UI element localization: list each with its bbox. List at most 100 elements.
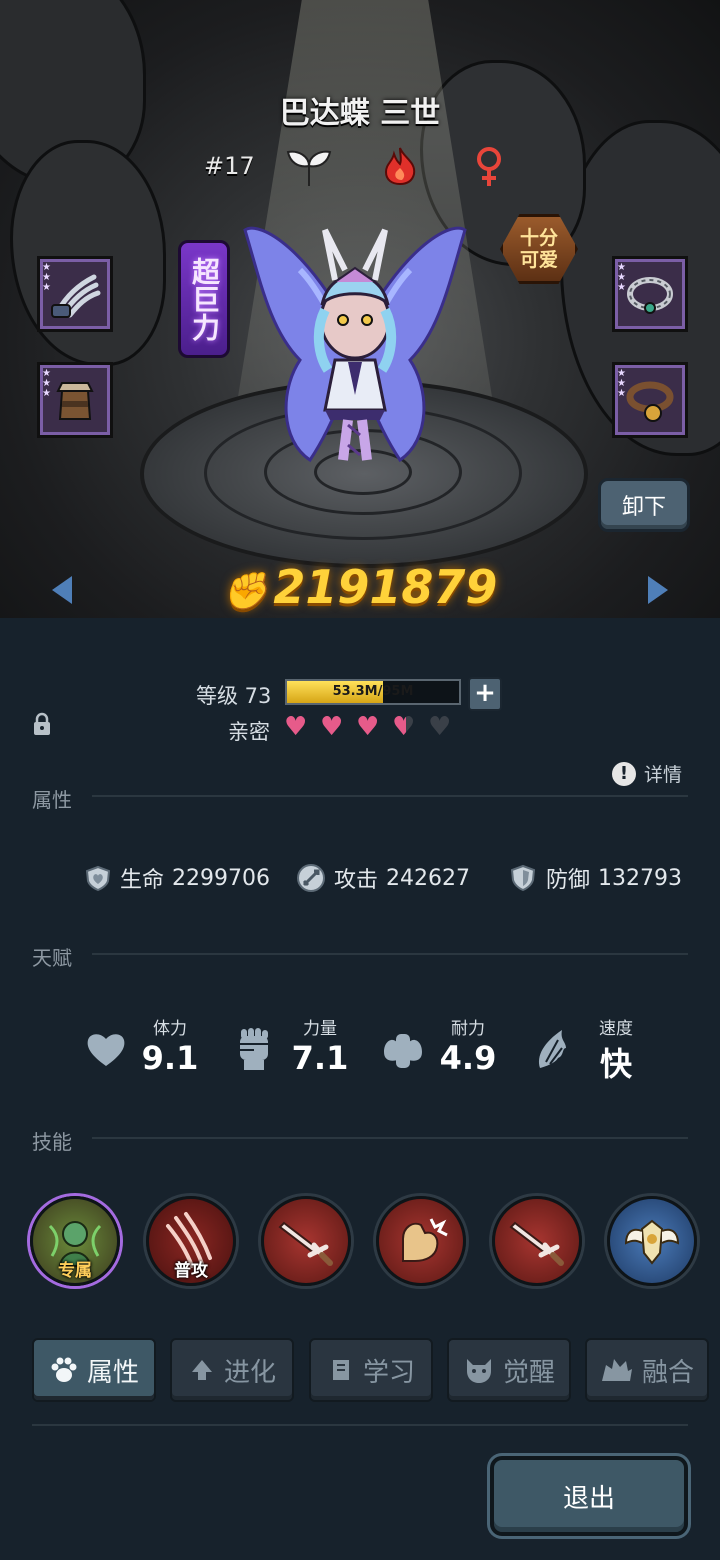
skill-exclusive[interactable]: 专属 xyxy=(30,1196,120,1286)
skill-angel[interactable] xyxy=(607,1196,697,1286)
info-exclamation-icon: ! xyxy=(612,761,636,786)
level-label: 等级 73 xyxy=(196,684,272,708)
beast-head-icon xyxy=(466,1359,491,1383)
details-button[interactable]: ! 详情 xyxy=(612,760,682,787)
heart-icon: ♥ xyxy=(284,712,308,742)
paw-icon xyxy=(51,1357,77,1382)
equip-slot-right-2[interactable]: ★ ★ ★ xyxy=(612,362,688,438)
claw-weapon-icon xyxy=(51,274,101,318)
lock-icon[interactable] xyxy=(32,712,52,736)
sword-icon xyxy=(297,864,325,892)
section-skills: 技能 xyxy=(32,1130,72,1154)
heart-icon: ♥ xyxy=(428,712,452,742)
talent-stamina: 体力 9.1 xyxy=(100,1014,240,1077)
bell-collar-icon xyxy=(626,381,674,422)
talent-strength-value: 7.1 xyxy=(291,1039,349,1077)
sword-skill-icon xyxy=(278,1221,333,1266)
quit-button[interactable]: 退出 xyxy=(490,1456,688,1536)
heart-shield-icon xyxy=(85,865,111,892)
talent-endurance-label: 耐力 xyxy=(451,1019,485,1039)
divider xyxy=(32,1424,688,1426)
chain-collar-icon xyxy=(627,277,673,314)
talent-speed: 速度 快 xyxy=(546,1014,686,1085)
hero-rank: #17 xyxy=(204,152,255,180)
stat-defense-label: 防御 xyxy=(546,868,591,893)
tab-fusion[interactable]: 融合 xyxy=(585,1338,709,1402)
star-rating-icon: ★ ★ ★ xyxy=(617,262,626,293)
section-attributes: 属性 xyxy=(32,788,72,812)
equip-slot-left-1[interactable]: ★ ★ ★ xyxy=(37,256,113,332)
heart-icon: ♥ xyxy=(356,712,380,742)
equip-slot-right-1[interactable]: ★ ★ ★ xyxy=(612,256,688,332)
stat-defense-value: 132793 xyxy=(598,865,682,891)
talent-endurance: 耐力 4.9 xyxy=(398,1014,538,1077)
cave-rock xyxy=(10,140,166,366)
leaf-icon xyxy=(286,150,332,186)
trait-badge-super-strength[interactable]: 超巨力 xyxy=(178,240,230,358)
star-rating-icon: ★ ★ ★ xyxy=(42,368,51,399)
talent-endurance-value: 4.9 xyxy=(439,1039,497,1077)
heart-icon: ♥ xyxy=(320,712,344,742)
talent-stamina-label: 体力 xyxy=(153,1019,187,1039)
unload-button[interactable]: 卸下 xyxy=(598,478,690,532)
tab-evolve-label: 进化 xyxy=(223,1357,276,1388)
stat-hp: 生命 2299706 xyxy=(84,862,270,894)
book-icon xyxy=(332,1360,349,1380)
fire-icon xyxy=(384,147,416,186)
tab-bar: 属性 进化 学习 觉醒 融合 xyxy=(0,1338,720,1402)
divider xyxy=(92,1137,688,1139)
level-up-plus-button[interactable]: + xyxy=(468,677,502,711)
equip-slot-left-2[interactable]: ★ ★ ★ xyxy=(37,362,113,438)
talent-speed-label: 速度 xyxy=(599,1019,633,1039)
talent-speed-value: 快 xyxy=(599,1045,632,1083)
talent-strength: 力量 7.1 xyxy=(250,1014,390,1077)
divider xyxy=(92,953,688,955)
tab-attributes[interactable]: 属性 xyxy=(32,1338,156,1402)
talent-strength-label: 力量 xyxy=(303,1019,337,1039)
heart-icon: ♥ xyxy=(392,714,420,740)
skill-power[interactable] xyxy=(376,1196,466,1286)
tab-attributes-label: 属性 xyxy=(86,1357,139,1388)
divider xyxy=(92,795,688,797)
talent-stamina-value: 9.1 xyxy=(141,1039,199,1077)
xp-text: 53.3M/95M xyxy=(332,684,414,699)
skill-tag: 普攻 xyxy=(174,1261,208,1281)
skill-tag: 专属 xyxy=(58,1261,92,1281)
tab-awaken-label: 觉醒 xyxy=(502,1357,555,1388)
tab-awaken[interactable]: 觉醒 xyxy=(447,1338,571,1402)
details-label: 详情 xyxy=(644,764,683,786)
intimacy-hearts: ♥ ♥ ♥ ♥ ♥ xyxy=(284,714,456,740)
hero-name: 巴达蝶 三世 xyxy=(279,96,441,131)
stat-hp-value: 2299706 xyxy=(172,865,270,891)
intimacy-label: 亲密 xyxy=(228,720,270,744)
trait-badge-cute-label: 十分可爱 xyxy=(519,227,558,271)
stat-defense: 防御 132793 xyxy=(508,862,682,894)
stat-attack: 攻击 242627 xyxy=(296,862,470,894)
xp-bar: 53.3M/95M xyxy=(285,679,461,705)
tab-learn-label: 学习 xyxy=(362,1357,415,1388)
skill-normal-attack[interactable]: 普攻 xyxy=(146,1196,236,1286)
power-value: 2191879 xyxy=(273,560,498,614)
tab-learn[interactable]: 学习 xyxy=(309,1338,433,1402)
evolve-arrow-icon xyxy=(191,1360,212,1380)
stat-attack-value: 242627 xyxy=(386,865,470,891)
power-icon: ✊ xyxy=(222,571,268,612)
fusion-icon xyxy=(601,1359,632,1381)
tab-fusion-label: 融合 xyxy=(641,1357,694,1388)
stat-attack-label: 攻击 xyxy=(334,868,379,893)
hero-character[interactable] xyxy=(240,210,470,480)
angel-emblem-icon xyxy=(624,1219,680,1265)
power-display: ✊ 2191879 xyxy=(0,560,720,614)
hero-scene: 巴达蝶 三世 #17 超巨力 十分可爱 ★ ★ ★ ★ ★ ★ ★ ★ ★ ★ … xyxy=(0,0,720,618)
star-rating-icon: ★ ★ ★ xyxy=(42,262,51,293)
female-icon xyxy=(477,147,501,186)
stat-hp-label: 生命 xyxy=(120,868,165,893)
skill-sword-1[interactable] xyxy=(261,1196,351,1286)
section-talent: 天赋 xyxy=(32,946,72,970)
helmet-icon xyxy=(56,382,94,420)
shield-icon xyxy=(510,864,536,892)
skill-sword-2[interactable] xyxy=(492,1196,582,1286)
tab-evolve[interactable]: 进化 xyxy=(170,1338,294,1402)
star-rating-icon: ★ ★ ★ xyxy=(617,368,626,399)
flex-arm-icon xyxy=(402,1218,448,1262)
